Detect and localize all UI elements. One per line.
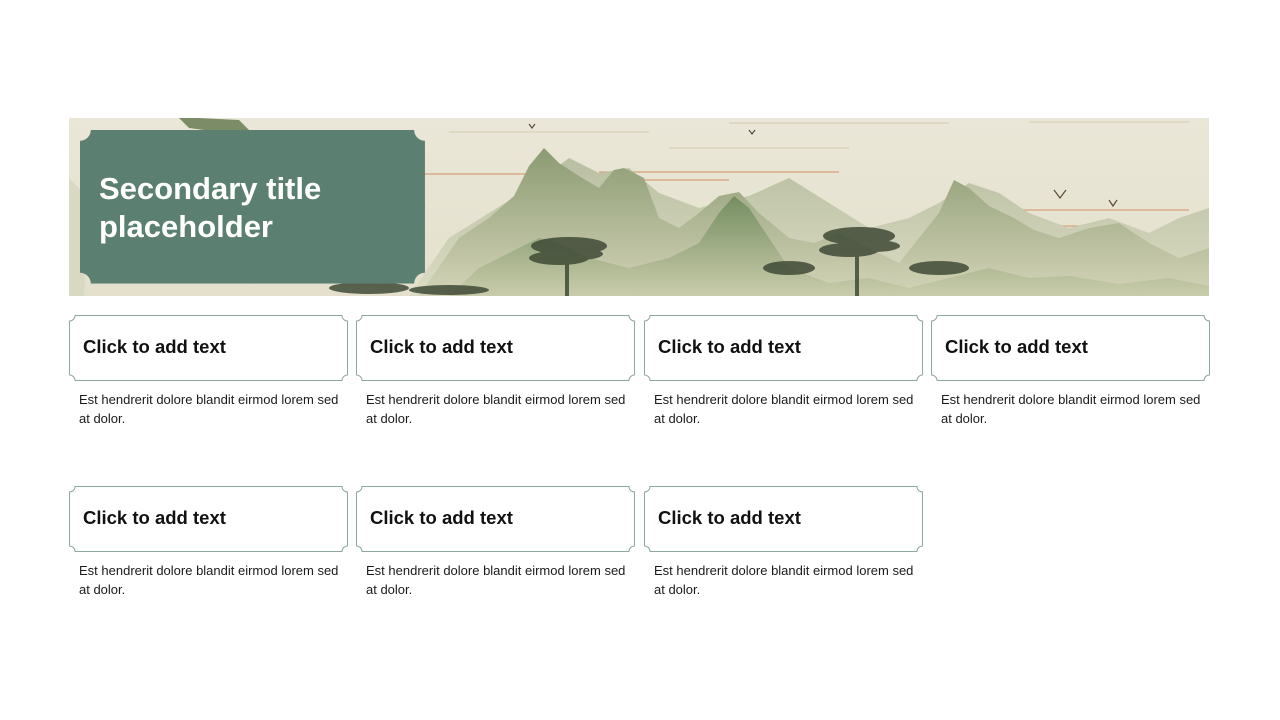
card-body-text[interactable]: Est hendrerit dolore blandit eirmod lore… <box>79 561 341 599</box>
secondary-title[interactable]: Secondary title placeholder <box>99 170 409 246</box>
text-card[interactable]: Click to add text Est hendrerit dolore b… <box>69 315 348 428</box>
card-heading-frame[interactable]: Click to add text <box>69 315 348 381</box>
card-heading-frame[interactable]: Click to add text <box>69 486 348 552</box>
text-card[interactable]: Click to add text Est hendrerit dolore b… <box>931 315 1210 428</box>
text-card[interactable]: Click to add text Est hendrerit dolore b… <box>644 486 923 599</box>
card-heading[interactable]: Click to add text <box>83 336 226 358</box>
card-heading-frame[interactable]: Click to add text <box>931 315 1210 381</box>
card-body-text[interactable]: Est hendrerit dolore blandit eirmod lore… <box>366 390 628 428</box>
text-card[interactable]: Click to add text Est hendrerit dolore b… <box>69 486 348 599</box>
card-body-text[interactable]: Est hendrerit dolore blandit eirmod lore… <box>654 561 916 599</box>
card-body-text[interactable]: Est hendrerit dolore blandit eirmod lore… <box>366 561 628 599</box>
card-body-text[interactable]: Est hendrerit dolore blandit eirmod lore… <box>941 390 1203 428</box>
slide: Secondary title placeholder Click to add… <box>0 0 1280 720</box>
card-body-text[interactable]: Est hendrerit dolore blandit eirmod lore… <box>79 390 341 428</box>
card-body-text[interactable]: Est hendrerit dolore blandit eirmod lore… <box>654 390 916 428</box>
card-heading[interactable]: Click to add text <box>370 507 513 529</box>
card-heading-frame[interactable]: Click to add text <box>356 486 635 552</box>
card-heading-frame[interactable]: Click to add text <box>356 315 635 381</box>
text-card[interactable]: Click to add text Est hendrerit dolore b… <box>644 315 923 428</box>
card-heading[interactable]: Click to add text <box>658 507 801 529</box>
card-heading-frame[interactable]: Click to add text <box>644 486 923 552</box>
card-heading[interactable]: Click to add text <box>658 336 801 358</box>
card-heading-frame[interactable]: Click to add text <box>644 315 923 381</box>
card-heading[interactable]: Click to add text <box>945 336 1088 358</box>
secondary-title-box[interactable]: Secondary title placeholder <box>80 130 425 284</box>
text-card[interactable]: Click to add text Est hendrerit dolore b… <box>356 315 635 428</box>
text-card[interactable]: Click to add text Est hendrerit dolore b… <box>356 486 635 599</box>
card-heading[interactable]: Click to add text <box>83 507 226 529</box>
card-heading[interactable]: Click to add text <box>370 336 513 358</box>
